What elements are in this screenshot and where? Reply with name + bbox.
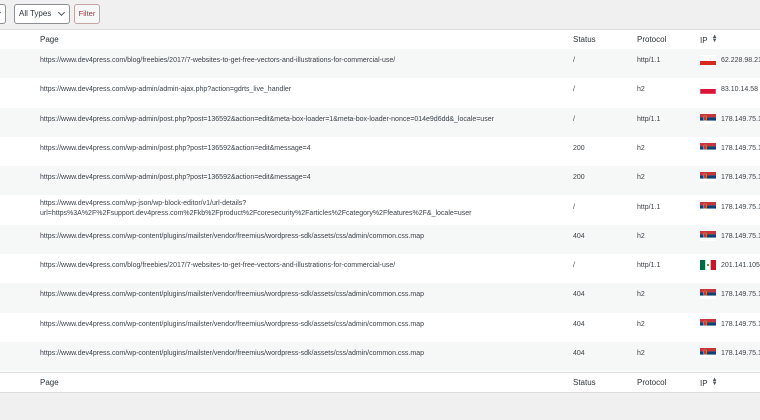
ip-cell: 178.149.75.1	[700, 289, 760, 301]
serbia-flag-icon	[700, 348, 716, 358]
page-url[interactable]: https://www.dev4press.com/wp-content/plu…	[40, 320, 565, 330]
column-header-protocol[interactable]: Protocol	[637, 35, 666, 45]
ip-address[interactable]: 178.149.75.1	[721, 173, 760, 183]
table-footer: Page Status Protocol IP ▲ ▼	[0, 372, 760, 392]
column-footer-page[interactable]: Page	[40, 378, 565, 388]
table-header: Page Status Protocol IP ▲ ▼	[0, 30, 760, 50]
requests-table: Page Status Protocol IP ▲ ▼ https://www.de…	[0, 29, 760, 393]
serbia-flag-icon	[700, 230, 716, 241]
ip-cell: 83.10.14.58	[700, 84, 760, 96]
protocol: http/1.1	[637, 262, 661, 270]
page-url[interactable]: https://www.dev4press.com/blog/freebies/…	[40, 261, 565, 271]
ip-cell: 178.149.75.1	[700, 172, 760, 184]
ip-cell: 178.149.75.1	[700, 142, 760, 155]
sort-arrows-icon: ▲ ▼	[711, 34, 718, 44]
page-url[interactable]: https://www.dev4press.com/wp-content/plu…	[40, 232, 565, 242]
ip-cell: 201.141.105.	[700, 260, 760, 272]
table-row: https://www.dev4press.com/wp-admin/post.…	[0, 107, 760, 137]
status-code: 200	[573, 144, 585, 152]
poland-flag-icon	[700, 84, 716, 95]
serbia-flag-icon	[700, 201, 716, 212]
protocol: h2	[637, 144, 645, 152]
table-row: https://www.dev4press.com/wp-admin/post.…	[0, 137, 760, 166]
serbia-flag-icon	[700, 172, 716, 183]
status-code: 404	[573, 232, 585, 240]
protocol: h2	[637, 174, 645, 182]
status-code: /	[573, 203, 575, 211]
ip-cell: 178.149.75.1	[700, 113, 760, 126]
protocol: http/1.1	[637, 115, 661, 123]
status-code: /	[573, 115, 575, 123]
status-code: 404	[573, 320, 585, 328]
protocol: h2	[637, 86, 645, 94]
type-filter-select[interactable]: All Types	[14, 4, 70, 24]
page-url[interactable]: https://www.dev4press.com/blog/freebies/…	[40, 56, 565, 66]
column-header-ip-label: IP	[700, 36, 708, 45]
ip-address[interactable]: 62.228.98.21	[721, 56, 760, 66]
serbia-flag-icon	[700, 289, 716, 300]
ip-address[interactable]: 178.149.75.1	[721, 232, 760, 242]
page-url[interactable]: https://www.dev4press.com/wp-json/wp-blo…	[40, 199, 565, 219]
status-code: 200	[573, 174, 585, 182]
page-url[interactable]: https://www.dev4press.com/wp-content/plu…	[40, 290, 565, 300]
column-header-ip[interactable]: IP ▲ ▼	[700, 34, 718, 46]
page-url[interactable]: https://www.dev4press.com/wp-admin/post.…	[40, 173, 565, 183]
table-row: https://www.dev4press.com/wp-admin/admin…	[0, 78, 760, 107]
ip-cell: 178.149.75.1	[700, 318, 760, 331]
ip-cell: 62.228.98.21	[700, 55, 760, 67]
table-row: https://www.dev4press.com/wp-content/plu…	[0, 224, 760, 255]
mexico-flag-icon	[700, 260, 716, 271]
column-footer-status[interactable]: Status	[573, 378, 596, 388]
column-footer-protocol[interactable]: Protocol	[637, 378, 666, 388]
chevron-down-icon	[57, 8, 66, 17]
ip-cell: 178.149.75.1	[700, 201, 760, 214]
status-code: 404	[573, 291, 585, 299]
column-footer-ip[interactable]: IP ▲ ▼	[700, 377, 718, 389]
filter-button[interactable]: Filter	[74, 4, 100, 24]
ip-address[interactable]: 178.149.75.1	[721, 290, 760, 300]
status-code: /	[573, 262, 575, 270]
cyprus-flag-icon	[700, 55, 716, 65]
ip-address[interactable]: 178.149.75.1	[721, 320, 760, 330]
ip-address[interactable]: 178.149.75.1	[721, 115, 760, 125]
column-header-page[interactable]: Page	[40, 35, 565, 45]
table-row: https://www.dev4press.com/wp-content/plu…	[0, 283, 760, 313]
serbia-flag-icon	[700, 142, 716, 153]
bulk-select[interactable]	[0, 4, 6, 24]
table-row: https://www.dev4press.com/wp-admin/post.…	[0, 166, 760, 196]
table-row: https://www.dev4press.com/wp-content/plu…	[0, 342, 760, 372]
ip-cell: 178.149.75.1	[700, 230, 760, 243]
ip-address[interactable]: 178.149.75.1	[721, 349, 760, 359]
protocol: h2	[637, 291, 645, 299]
protocol: h2	[637, 232, 645, 240]
serbia-flag-icon	[700, 113, 716, 124]
column-header-status[interactable]: Status	[573, 35, 596, 45]
page-url[interactable]: https://www.dev4press.com/wp-admin/post.…	[40, 115, 565, 125]
page-url[interactable]: https://www.dev4press.com/wp-content/plu…	[40, 349, 565, 359]
protocol: h2	[637, 320, 645, 328]
ip-address[interactable]: 178.149.75.1	[721, 203, 760, 213]
status-code: /	[573, 86, 575, 94]
chevron-down-icon	[0, 8, 2, 17]
column-footer-ip-label: IP	[700, 379, 708, 388]
filter-toolbar: All Types Filter	[0, 4, 760, 26]
serbia-flag-icon	[700, 318, 716, 329]
table-row: https://www.dev4press.com/wp-json/wp-blo…	[0, 196, 760, 225]
status-code: 404	[573, 350, 585, 357]
table-row: https://www.dev4press.com/blog/freebies/…	[0, 254, 760, 283]
sort-arrows-icon: ▲ ▼	[711, 377, 718, 387]
protocol: http/1.1	[637, 57, 661, 64]
ip-cell: 178.149.75.1	[700, 348, 760, 360]
ip-address[interactable]: 178.149.75.1	[721, 144, 760, 154]
table-row: https://www.dev4press.com/blog/freebies/…	[0, 49, 760, 79]
page-url[interactable]: https://www.dev4press.com/wp-admin/admin…	[40, 85, 565, 95]
table-row: https://www.dev4press.com/wp-content/plu…	[0, 313, 760, 342]
protocol: http/1.1	[637, 203, 661, 211]
ip-address[interactable]: 201.141.105.	[721, 261, 760, 271]
type-filter-value: All Types	[19, 9, 52, 18]
page-url[interactable]: https://www.dev4press.com/wp-admin/post.…	[40, 144, 565, 154]
status-code: /	[573, 57, 575, 64]
protocol: h2	[637, 350, 645, 357]
ip-address[interactable]: 83.10.14.58	[721, 85, 758, 95]
